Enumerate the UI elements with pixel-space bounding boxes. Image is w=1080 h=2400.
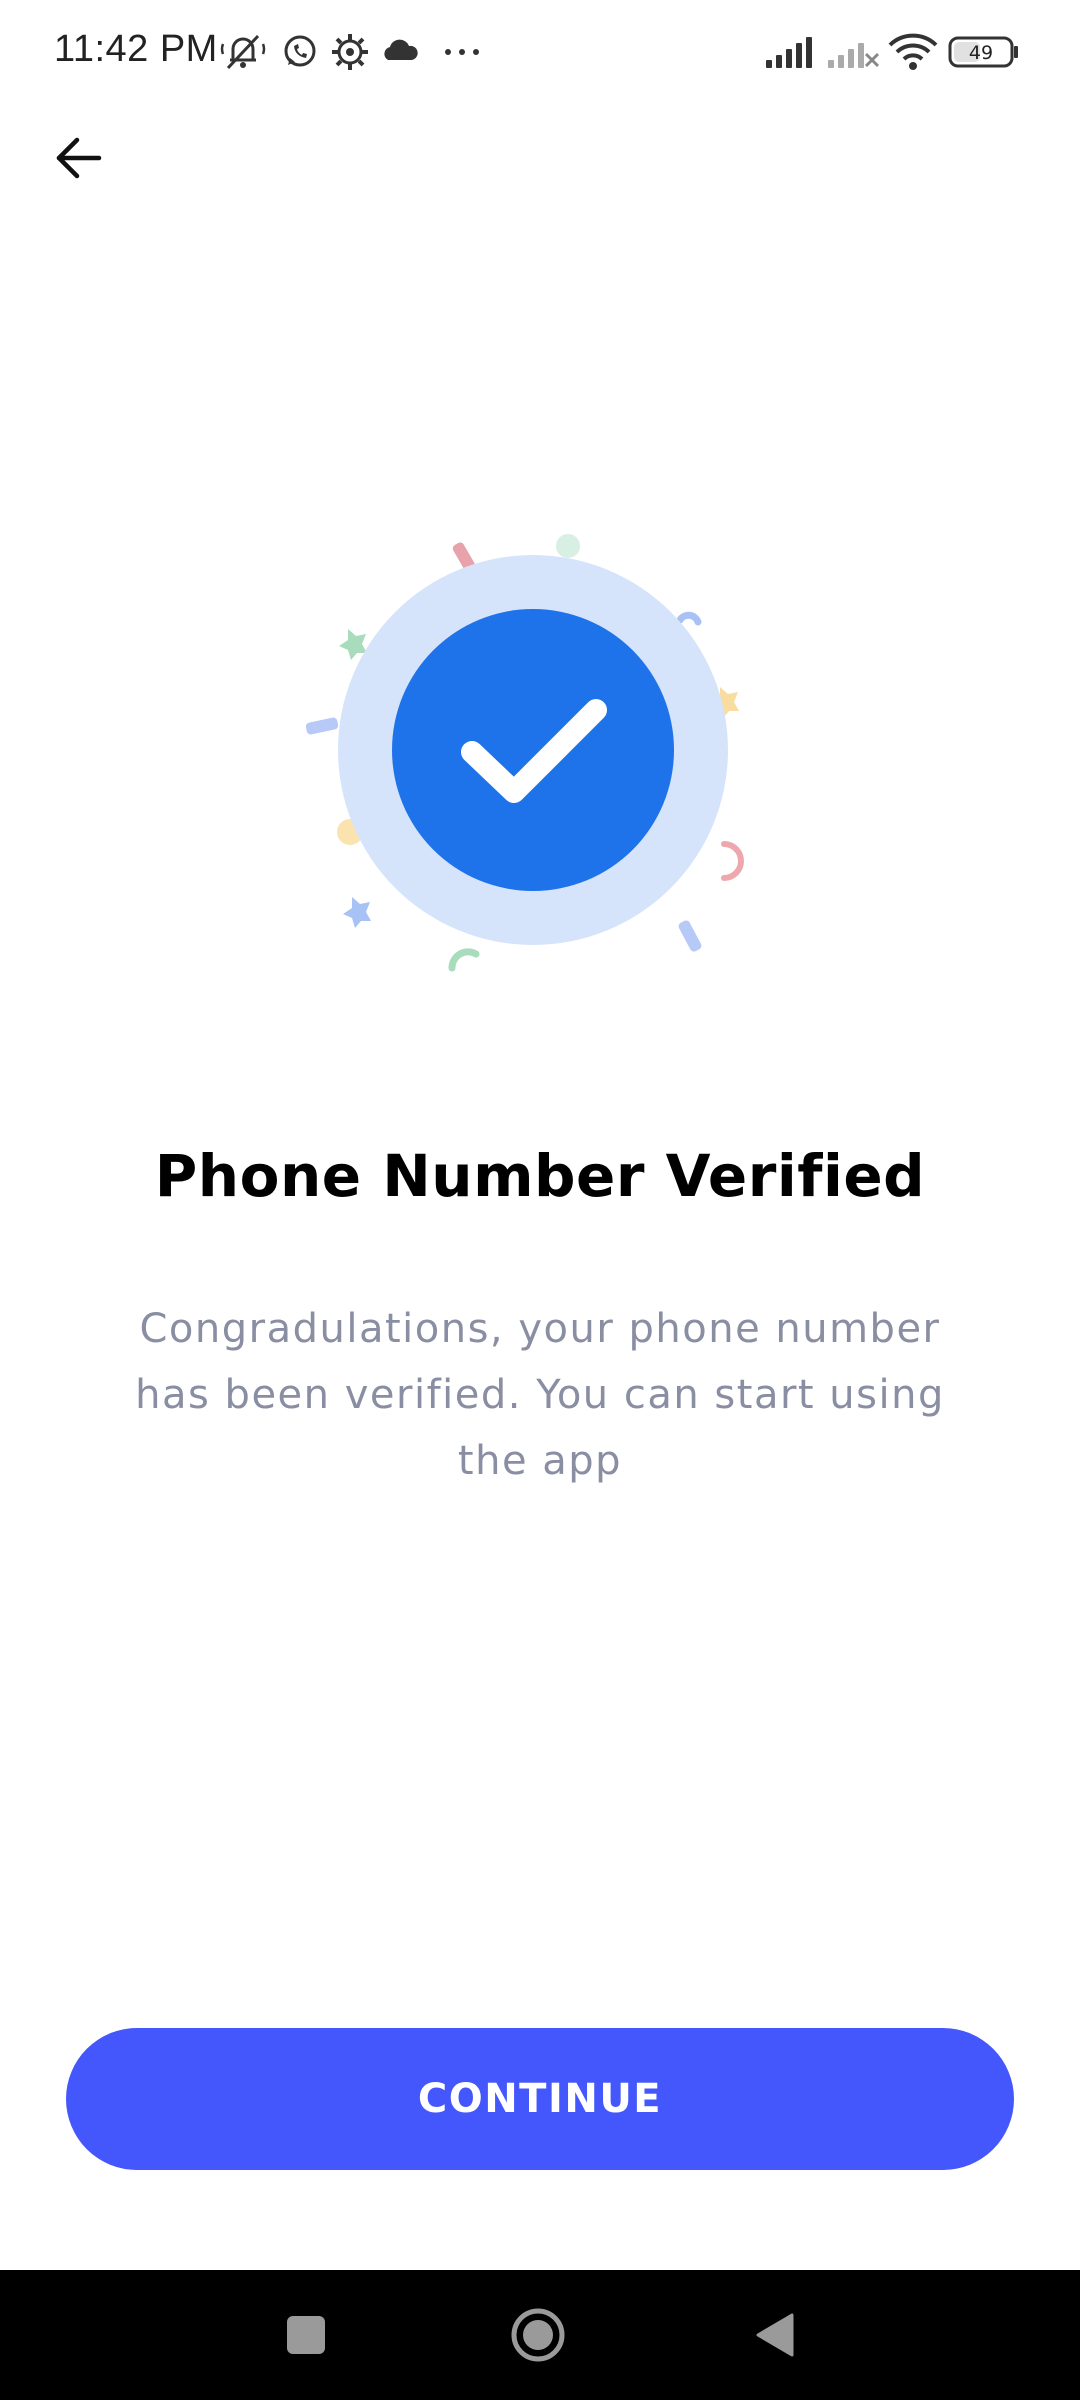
signal-no-service-icon (828, 43, 880, 68)
status-bar: 11:42 PM 49 (0, 0, 1080, 104)
confetti-piece (448, 948, 480, 972)
settings-gear-icon (332, 34, 368, 70)
back-nav-button[interactable] (714, 2270, 834, 2400)
confetti-piece (305, 717, 339, 735)
verified-illustration (305, 534, 744, 972)
recents-square-icon (287, 2316, 325, 2354)
mute-notifications-icon (220, 34, 266, 70)
back-button[interactable] (40, 120, 116, 196)
recents-button[interactable] (246, 2270, 366, 2400)
confetti-piece (556, 534, 580, 558)
confetti-piece (343, 897, 371, 928)
more-dots-icon (445, 49, 479, 55)
arrow-left-icon (56, 137, 102, 179)
back-triangle-icon (756, 2313, 794, 2357)
page-subtitle: Congradulations, your phone number has b… (135, 1306, 945, 1484)
confetti-piece (678, 920, 702, 952)
continue-button[interactable]: CONTINUE (66, 2028, 1014, 2170)
cloud-icon (384, 39, 418, 60)
status-time: 11:42 PM (54, 28, 218, 70)
signal-icon (766, 37, 812, 68)
inner-circle (392, 609, 674, 891)
confetti-piece (721, 841, 744, 881)
system-nav-bar (0, 2270, 1080, 2400)
home-circle-icon (511, 2308, 565, 2362)
home-button[interactable] (478, 2270, 598, 2400)
page-title: Phone Number Verified (154, 1142, 926, 1210)
continue-button-label: CONTINUE (417, 2076, 663, 2122)
whatsapp-icon (284, 35, 316, 67)
confetti-piece (676, 611, 702, 626)
battery-icon: 49 (948, 36, 1018, 68)
wifi-icon (888, 33, 938, 70)
battery-level: 49 (969, 42, 993, 64)
